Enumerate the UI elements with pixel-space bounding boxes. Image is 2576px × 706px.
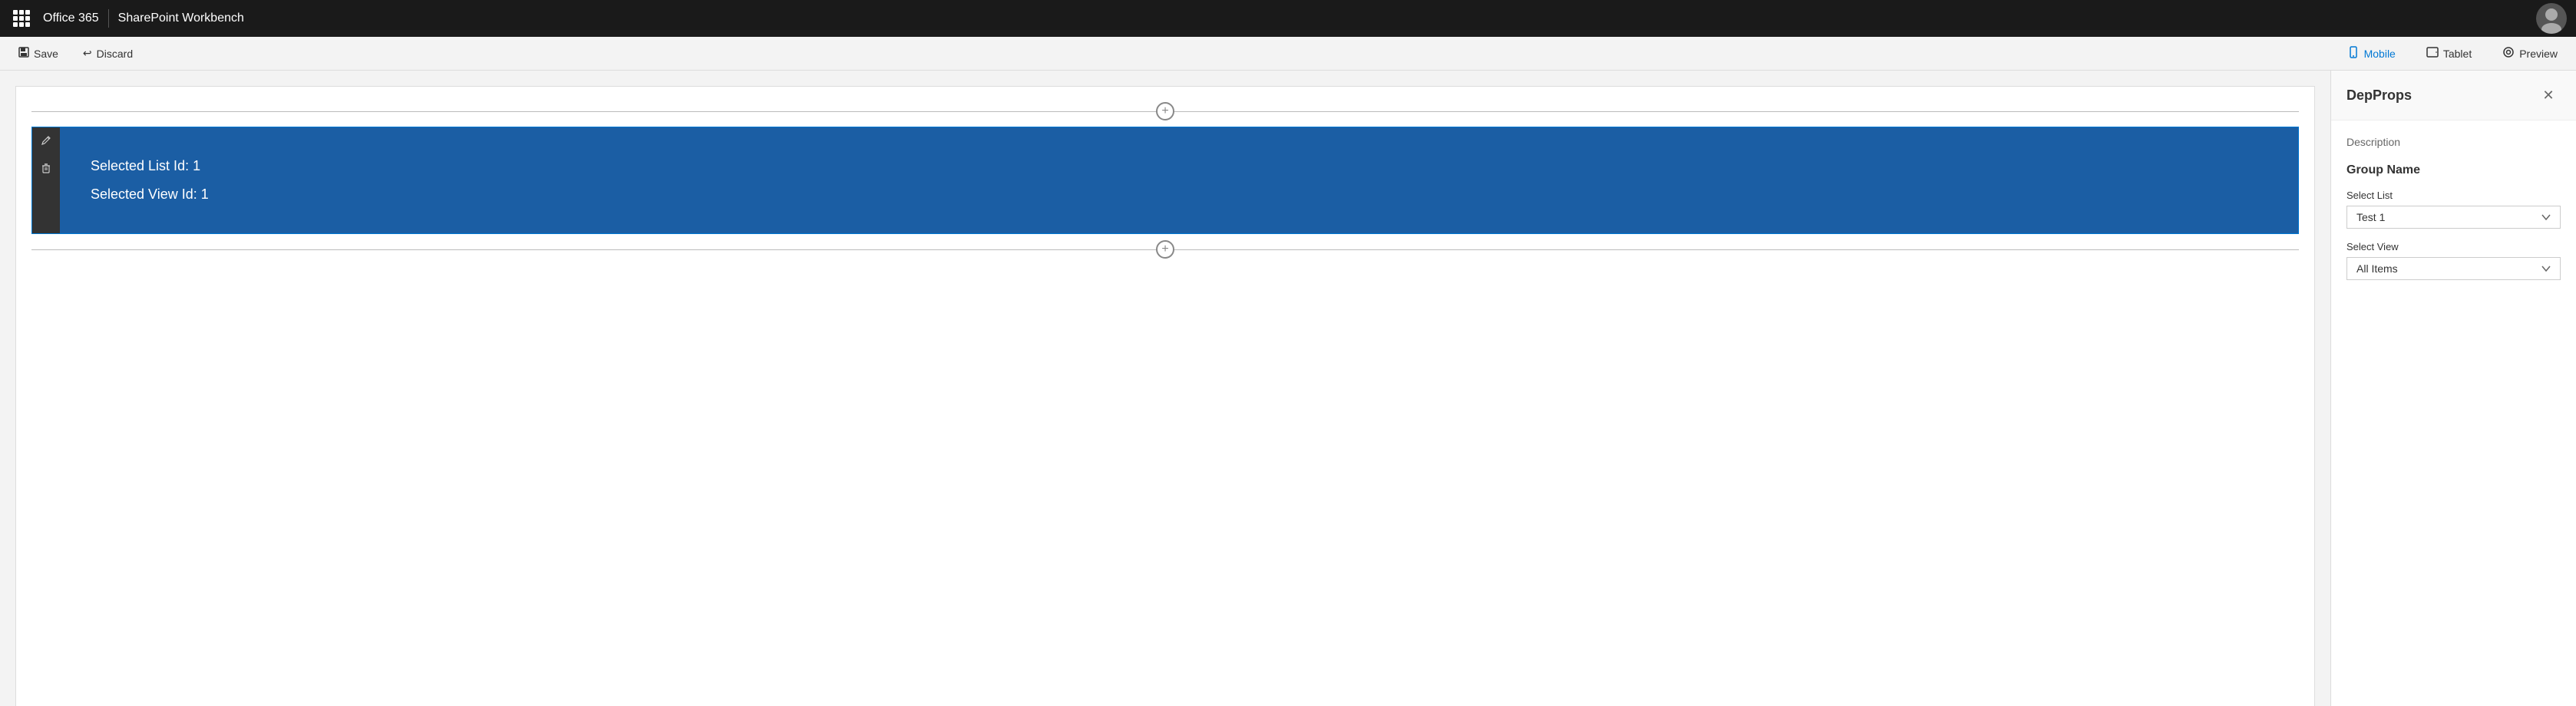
panel-group-name: Group Name [2346, 163, 2561, 177]
tablet-label: Tablet [2443, 48, 2472, 60]
canvas-page: + [15, 86, 2315, 706]
select-list-dropdown[interactable]: Test 1 [2346, 206, 2561, 229]
mobile-button[interactable]: Mobile [2341, 43, 2402, 64]
edit-pencil-button[interactable] [32, 127, 60, 155]
topbar-divider [108, 9, 109, 28]
save-icon [18, 47, 29, 60]
select-view-field: Select View All Items [2346, 241, 2561, 280]
select-view-dropdown[interactable]: All Items [2346, 257, 2561, 280]
close-icon: ✕ [2542, 87, 2554, 104]
select-list-chevron-icon [2541, 212, 2551, 223]
app-subtitle: SharePoint Workbench [118, 12, 244, 25]
edit-tools [32, 127, 60, 233]
pencil-icon [41, 135, 51, 148]
webpart-content: Selected List Id: 1 Selected View Id: 1 [60, 127, 2298, 233]
panel-body: Description Group Name Select List Test … [2331, 120, 2576, 706]
discard-button[interactable]: ↩ Discard [77, 44, 139, 63]
panel-title: DepProps [2346, 87, 2412, 104]
selected-list-id: Selected List Id: 1 [91, 158, 2267, 174]
add-zone-top: + [16, 102, 2314, 120]
select-list-field: Select List Test 1 [2346, 190, 2561, 229]
select-view-chevron-icon [2541, 263, 2551, 274]
right-panel: DepProps ✕ Description Group Name Select… [2330, 71, 2576, 706]
add-zone-bottom: + [16, 240, 2314, 259]
panel-close-button[interactable]: ✕ [2536, 83, 2561, 107]
panel-header: DepProps ✕ [2331, 71, 2576, 120]
preview-button[interactable]: Preview [2496, 43, 2564, 64]
mobile-label: Mobile [2364, 48, 2396, 60]
toolbar-right: Mobile Tablet Preview [2341, 43, 2564, 64]
save-button[interactable]: Save [12, 44, 64, 63]
save-label: Save [34, 48, 58, 60]
avatar-icon [2536, 3, 2567, 34]
select-view-label: Select View [2346, 241, 2561, 252]
tablet-button[interactable]: Tablet [2420, 43, 2478, 64]
select-view-value: All Items [2356, 262, 2398, 275]
main-layout: + [0, 71, 2576, 706]
toolbar: Save ↩ Discard Mobile Tablet [0, 37, 2576, 71]
trash-icon [41, 163, 51, 176]
mobile-icon [2347, 46, 2360, 61]
tablet-icon [2426, 46, 2439, 61]
add-icon-top: + [1161, 104, 1168, 118]
selected-view-id: Selected View Id: 1 [91, 186, 2267, 203]
add-icon-bottom: + [1161, 242, 1168, 256]
app-name: Office 365 [43, 12, 99, 25]
avatar[interactable] [2536, 3, 2567, 34]
select-list-value: Test 1 [2356, 211, 2385, 223]
delete-button[interactable] [32, 155, 60, 183]
topbar: Office 365 SharePoint Workbench [0, 0, 2576, 37]
panel-description: Description [2346, 136, 2561, 148]
waffle-icon [13, 10, 30, 27]
preview-icon [2502, 46, 2515, 61]
webpart-row: Selected List Id: 1 Selected View Id: 1 [31, 127, 2299, 234]
add-button-bottom[interactable]: + [1156, 240, 1174, 259]
select-list-label: Select List [2346, 190, 2561, 201]
add-button-top[interactable]: + [1156, 102, 1174, 120]
discard-label: Discard [97, 48, 133, 60]
canvas-area: + [0, 71, 2330, 706]
preview-label: Preview [2519, 48, 2558, 60]
undo-icon: ↩ [83, 47, 92, 60]
waffle-button[interactable] [9, 6, 34, 31]
toolbar-left: Save ↩ Discard [12, 44, 2323, 63]
